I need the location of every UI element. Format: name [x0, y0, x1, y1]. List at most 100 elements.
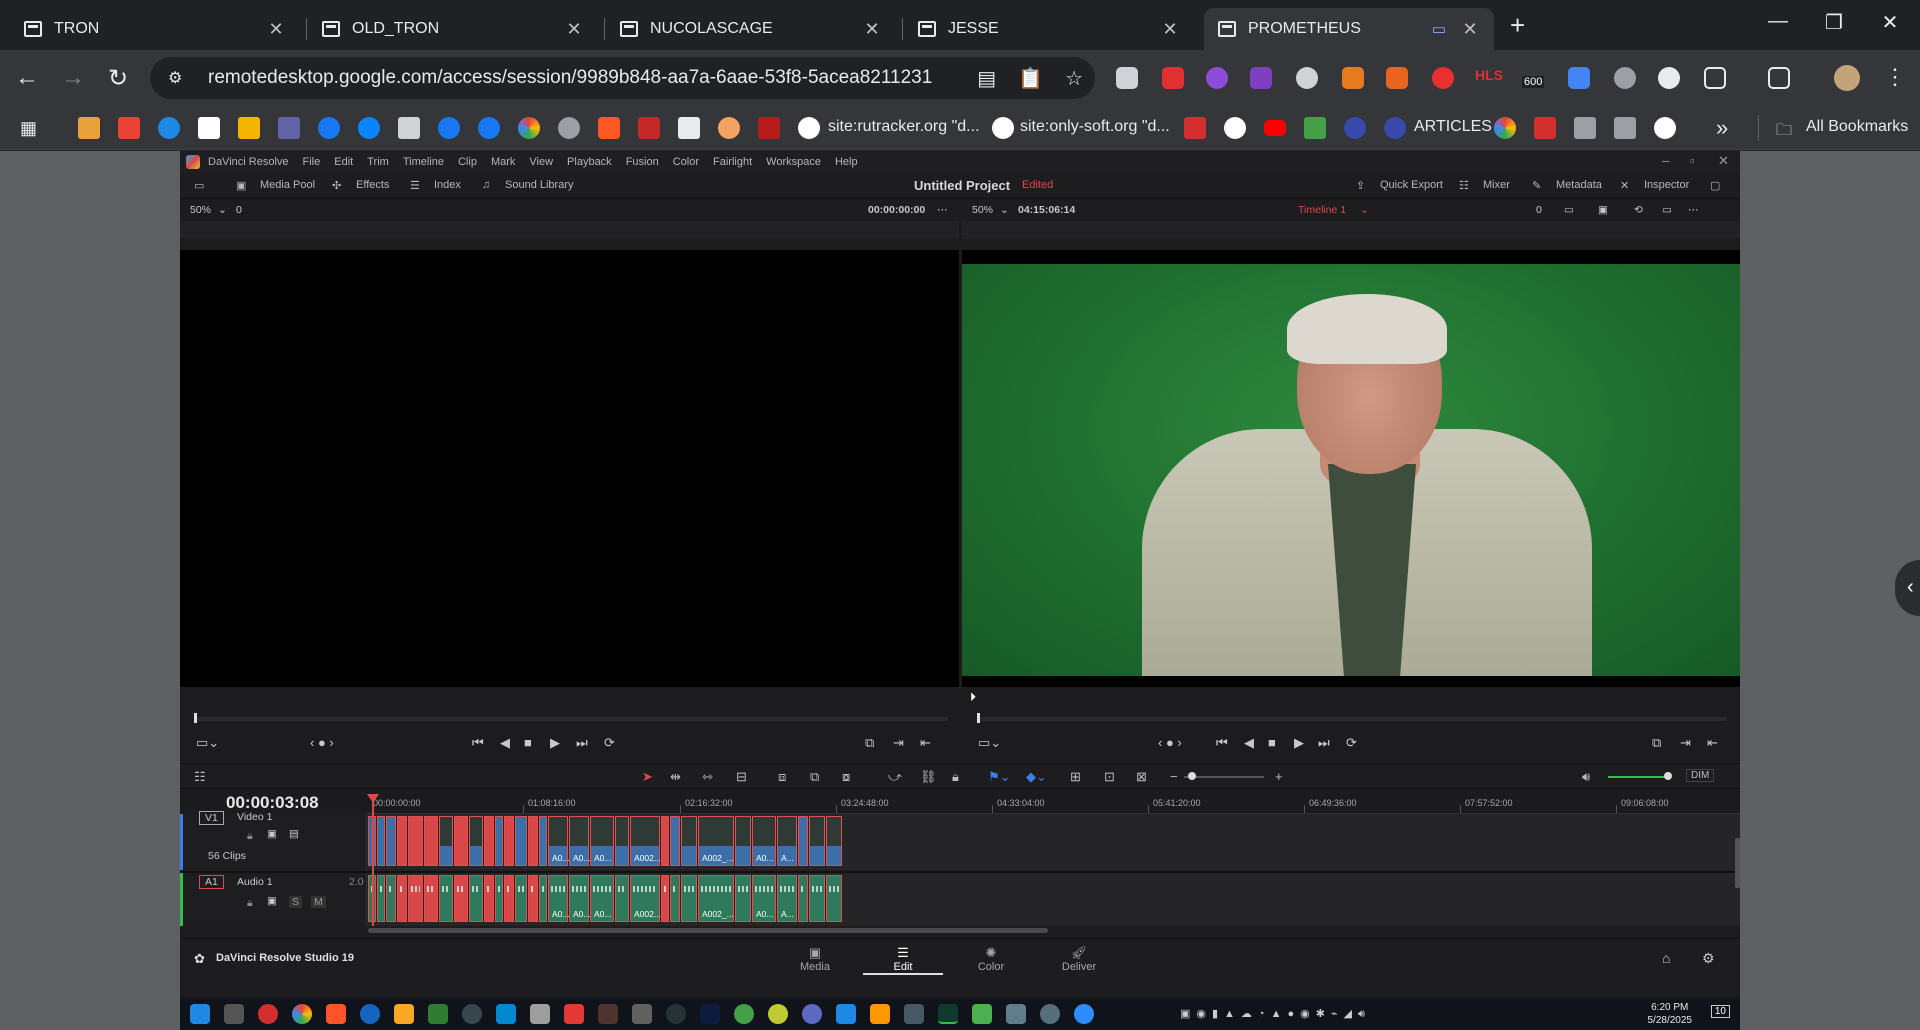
audio-clip[interactable] — [408, 875, 423, 922]
video-clip[interactable] — [397, 816, 407, 866]
audio-clip[interactable] — [495, 875, 503, 922]
audio-clip[interactable] — [377, 875, 385, 922]
bookmark-remote-icon[interactable] — [1614, 117, 1636, 139]
jog-icon[interactable]: ‹ ● › — [310, 735, 334, 750]
zoom-in-icon[interactable]: + — [1275, 769, 1283, 784]
mute-button[interactable]: M — [311, 896, 326, 908]
viewer-options-icon[interactable]: ▭⌄ — [978, 735, 1001, 751]
davinci-resolve-taskbar-icon[interactable] — [938, 1004, 958, 1024]
audio-clip[interactable] — [670, 875, 680, 922]
menu-help[interactable]: Help — [835, 156, 858, 168]
google-icon[interactable] — [1224, 117, 1246, 139]
zoom-icon[interactable] — [1074, 1004, 1094, 1024]
link-icon[interactable]: ⛓ — [920, 769, 937, 785]
video-clip[interactable] — [826, 816, 842, 866]
app-icon[interactable] — [734, 1004, 754, 1024]
app-icon[interactable] — [666, 1004, 686, 1024]
extension-translate-icon[interactable] — [1568, 67, 1590, 89]
video-clip[interactable]: A002_... — [698, 816, 734, 866]
bookmark-chart-icon[interactable] — [238, 117, 260, 139]
video-clip[interactable] — [504, 816, 514, 866]
close-window-button[interactable]: ✕ — [1870, 10, 1910, 35]
bookmark-globe-icon[interactable] — [558, 117, 580, 139]
menu-edit[interactable]: Edit — [334, 156, 353, 168]
app-icon[interactable] — [972, 1004, 992, 1024]
google-icon[interactable] — [798, 117, 820, 139]
remote-desktop-icon[interactable]: ▤ — [977, 66, 996, 91]
audio-clip[interactable]: A... — [777, 875, 797, 922]
video-clip[interactable] — [377, 816, 385, 866]
audio-clip[interactable] — [735, 875, 751, 922]
audio-clip[interactable] — [615, 875, 629, 922]
video-clip[interactable] — [735, 816, 751, 866]
audio-clip[interactable] — [386, 875, 396, 922]
chrome-icon[interactable] — [292, 1004, 312, 1024]
video-track-header[interactable]: V1 Video 1 🔒︎ ▣ ▤ 56 Clips — [180, 811, 367, 870]
reload-button[interactable]: ↻ — [103, 64, 133, 93]
expand-icon[interactable]: ▢ — [1710, 179, 1720, 192]
bookmark-facebook-icon[interactable] — [478, 117, 500, 139]
close-icon[interactable]: ✕ — [266, 19, 286, 40]
extension-video-icon[interactable] — [1162, 67, 1184, 89]
close-icon[interactable]: ✕ — [1160, 19, 1180, 40]
restore-button[interactable]: ❐ — [1814, 10, 1854, 35]
menu-kebab-icon[interactable]: ⋮ — [1880, 64, 1910, 90]
loop-icon[interactable]: ⟳ — [604, 735, 615, 751]
gear-icon[interactable]: ⚙ — [1702, 950, 1715, 967]
blade-tool-icon[interactable]: ⊟ — [736, 769, 747, 785]
video-clip[interactable] — [484, 816, 494, 866]
video-clip[interactable]: A0... — [590, 816, 614, 866]
quick-export-button[interactable]: Quick Export — [1380, 179, 1443, 191]
audio-clip[interactable] — [661, 875, 669, 922]
program-scrubber[interactable] — [977, 717, 1727, 721]
menu-clip[interactable]: Clip — [458, 156, 477, 168]
audio-clip[interactable] — [681, 875, 697, 922]
inspector-button[interactable]: Inspector — [1644, 179, 1689, 191]
video-clip[interactable] — [528, 816, 538, 866]
back-button[interactable]: ← — [12, 64, 42, 92]
bookmark-color-icon[interactable] — [1494, 117, 1516, 139]
reverse-icon[interactable]: ◀ — [500, 735, 510, 751]
video-clip[interactable] — [661, 816, 669, 866]
menu-color[interactable]: Color — [673, 156, 699, 168]
audio-clip[interactable] — [439, 875, 453, 922]
loop-icon[interactable]: ⟳ — [1346, 735, 1357, 751]
selection-tool-icon[interactable]: ➤ — [642, 769, 653, 785]
video-clip[interactable]: A002... — [630, 816, 661, 866]
audio-clip[interactable] — [504, 875, 514, 922]
video-clip[interactable]: A... — [777, 816, 797, 866]
file-explorer-icon[interactable] — [394, 1004, 414, 1024]
new-tab-button[interactable]: + — [1510, 10, 1525, 41]
chevron-down-icon[interactable]: ⌄ — [1000, 204, 1009, 216]
program-zoom[interactable]: 50% — [972, 204, 993, 216]
bookmark-articles[interactable]: ARTICLES — [1414, 118, 1492, 136]
vertical-scrollbar[interactable] — [1735, 838, 1740, 888]
horizontal-scrollbar[interactable] — [368, 928, 1048, 933]
bookmark-mt-icon[interactable] — [1534, 117, 1556, 139]
bookmark-s-icon[interactable] — [1344, 117, 1366, 139]
mark-in-icon[interactable]: ⇤ — [920, 735, 931, 751]
menu-workspace[interactable]: Workspace — [766, 156, 821, 168]
track-id[interactable]: V1 — [199, 811, 224, 825]
app-icon[interactable] — [496, 1004, 516, 1024]
window-icon[interactable]: ▭ — [1662, 204, 1672, 216]
audio-clip[interactable] — [454, 875, 468, 922]
extension-r-icon[interactable] — [1250, 67, 1272, 89]
chevron-down-icon[interactable]: ⌄ — [1360, 204, 1369, 216]
audio-clip[interactable]: A0... — [569, 875, 590, 922]
mark-in-icon[interactable]: ⇤ — [1707, 735, 1718, 751]
extension-remote-icon[interactable] — [1116, 67, 1138, 89]
auto-select-icon[interactable]: ▣ — [267, 828, 277, 840]
bookmark-fa-icon[interactable] — [1304, 117, 1326, 139]
bookmark-apps-icon[interactable] — [78, 117, 100, 139]
trim-tool-icon[interactable]: ⇹ — [670, 769, 681, 785]
bookmark-rutracker[interactable]: site:rutracker.org "d... — [828, 118, 980, 136]
more-bookmarks-icon[interactable]: » — [1716, 115, 1728, 141]
chevron-down-icon[interactable]: ⌄ — [218, 204, 227, 216]
audio-clip[interactable] — [397, 875, 407, 922]
program-viewer[interactable] — [962, 264, 1740, 676]
audio-clip[interactable] — [469, 875, 483, 922]
metadata-button[interactable]: Metadata — [1556, 179, 1602, 191]
zoom-full-icon[interactable]: ⊞ — [1070, 769, 1081, 785]
resolve-minimize-button[interactable]: – — [1662, 153, 1669, 168]
